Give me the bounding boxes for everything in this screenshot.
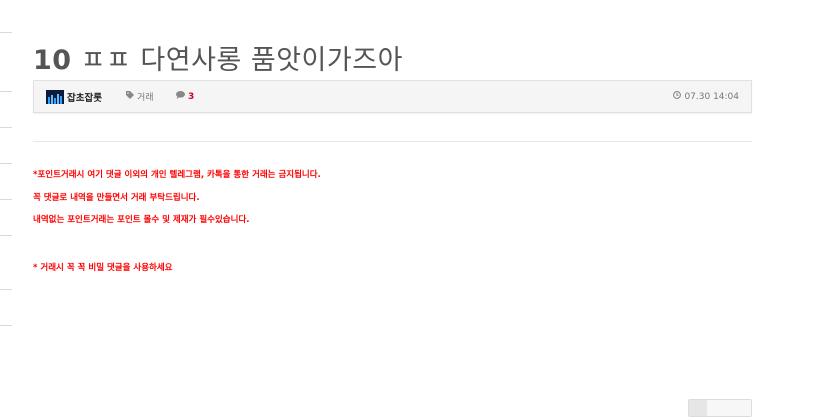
post-meta-bar: 잡초잡롯 거래 3 07.30 14:04 [33,80,752,113]
left-rule [0,163,12,164]
post-title-text: ㅍㅍ 다연사롱 품앗이가즈아 [80,45,403,76]
bottom-action-button[interactable] [688,399,752,417]
left-rule [0,32,12,33]
post-title: 10 ㅍㅍ 다연사롱 품앗이가즈아 [33,38,403,77]
comment-count-link[interactable]: 3 [176,81,194,112]
category-link[interactable]: 거래 [126,81,154,112]
avatar [46,89,64,104]
left-rule [0,127,12,128]
button-label [707,400,751,416]
category-label: 거래 [137,93,154,103]
left-rule [0,199,12,200]
author-name: 잡초잡롯 [67,92,102,104]
post-datetime: 07.30 14:04 [673,81,739,112]
button-icon-segment [689,400,707,416]
post-number: 10 [33,45,72,76]
left-rule [0,325,12,326]
notice-line: 내역없는 포인트거래는 포인트 몰수 및 제재가 필수있습니다. [33,215,250,225]
left-rule [0,91,12,92]
left-rule [0,289,12,290]
notice-line: * 거래시 꼭 꼭 비밀 댓글을 사용하세요 [33,263,173,273]
notice-line: *포인트거래시 여기 댓글 이외의 개인 텔레그램, 카톡을 통한 거래는 금지… [33,170,321,180]
datetime-label: 07.30 14:04 [684,91,739,102]
notice-line: 꼭 댓글로 내역을 만들면서 거래 부탁드립니다. [33,193,200,203]
comment-icon [176,91,185,102]
clock-icon [673,91,682,102]
tag-icon [126,91,134,102]
comment-count: 3 [188,91,195,102]
left-rule [0,235,12,236]
author-link[interactable]: 잡초잡롯 [46,81,102,112]
content-divider [33,141,752,142]
